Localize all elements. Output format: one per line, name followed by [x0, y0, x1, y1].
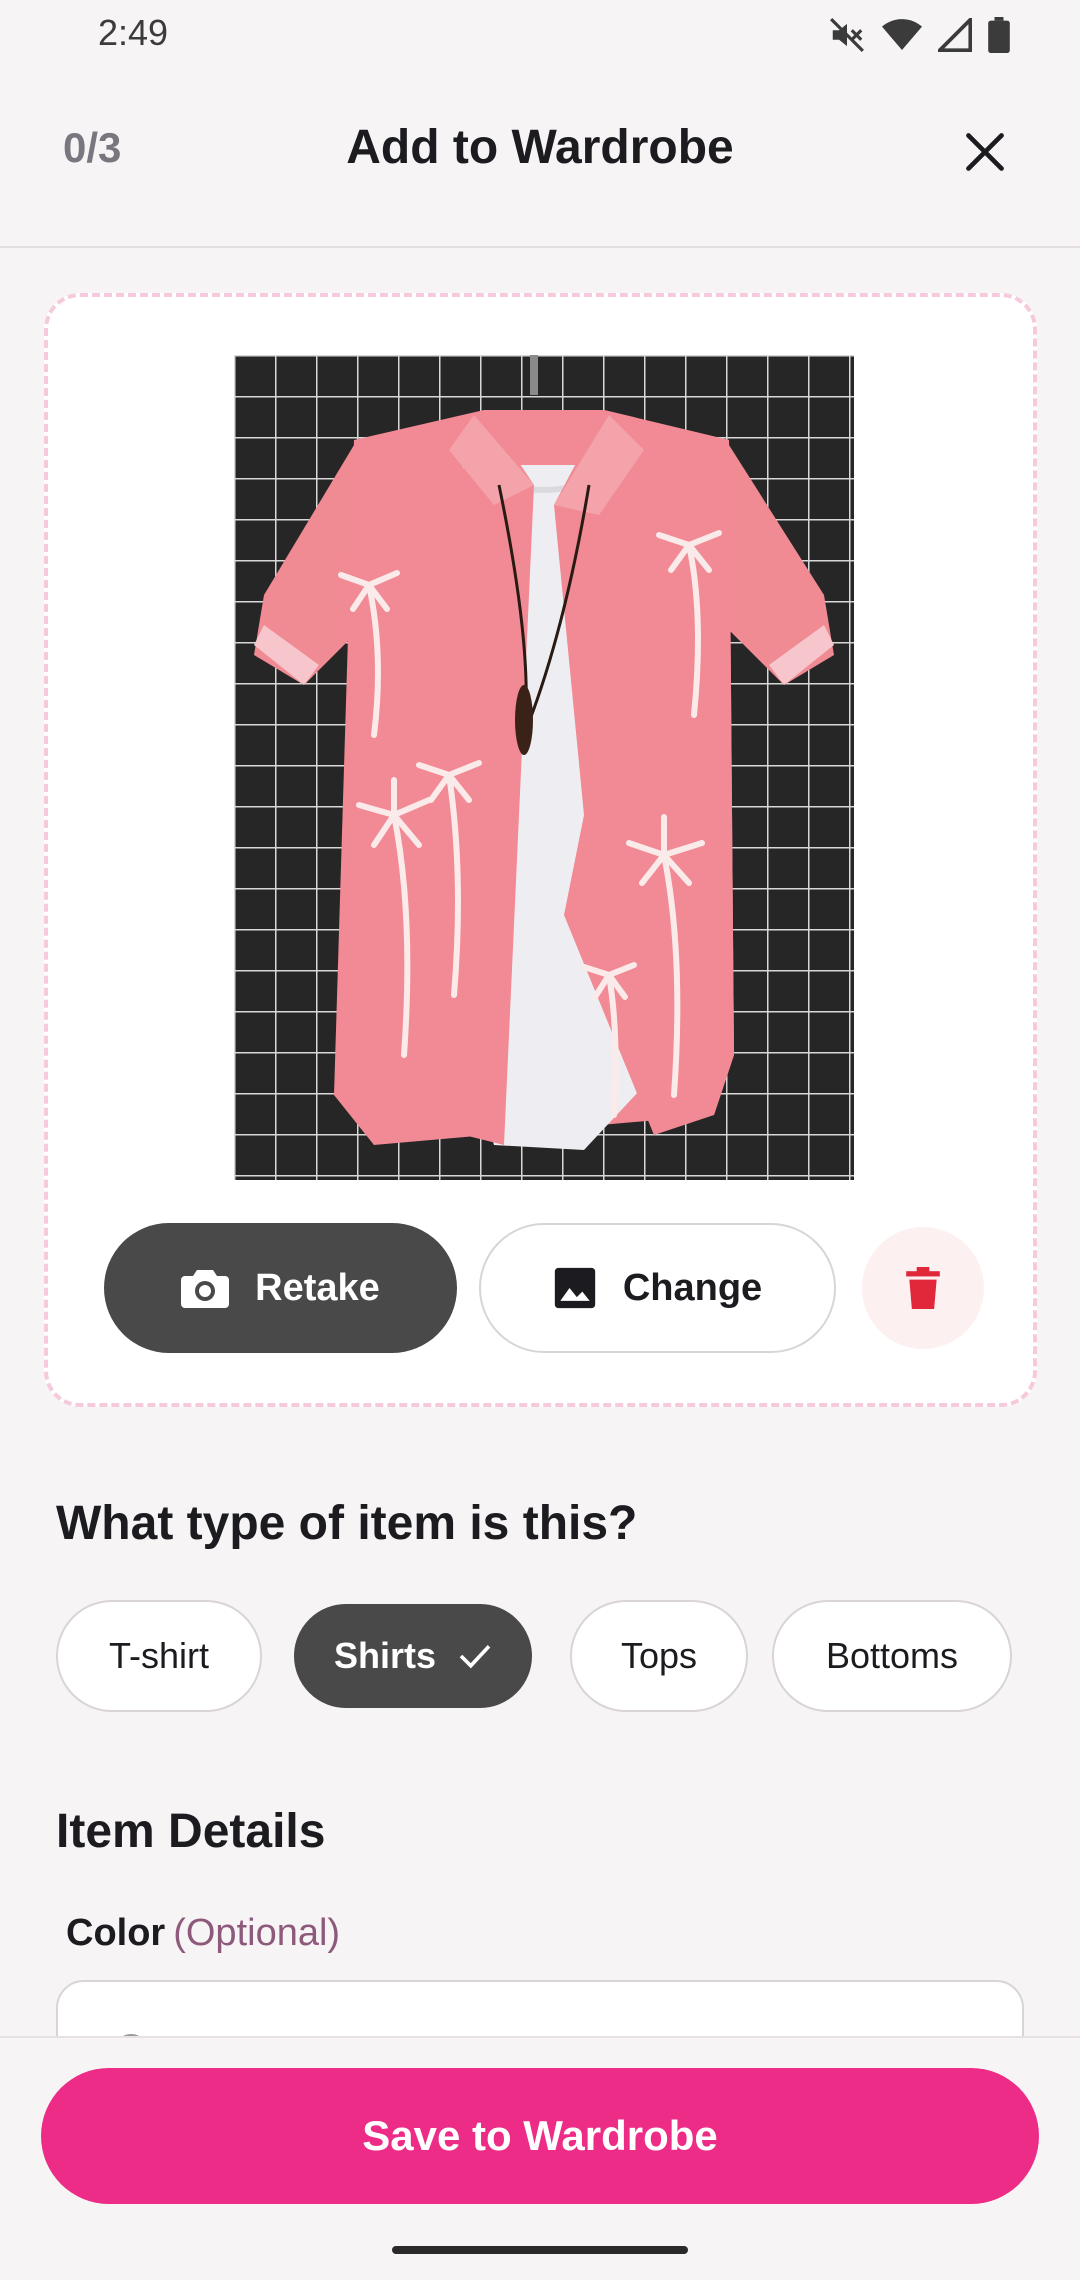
wifi-icon [882, 17, 922, 53]
bottom-bar: Save to Wardrobe [0, 2036, 1080, 2280]
photo-actions: Retake Change [104, 1223, 984, 1355]
close-icon [966, 133, 1004, 171]
image-icon [554, 1267, 595, 1309]
trash-icon [906, 1267, 940, 1309]
status-time: 2:49 [98, 12, 169, 53]
color-label: Color (Optional) [66, 1912, 340, 1955]
optional-label: (Optional) [173, 1912, 341, 1954]
chip-tops[interactable]: Tops [570, 1600, 748, 1712]
close-button[interactable] [955, 122, 1015, 182]
change-button[interactable]: Change [479, 1223, 836, 1353]
add-to-wardrobe-screen: 2:49 0/3 Add to Wardrobe Retake Change W… [0, 0, 1080, 2280]
item-details-title: Item Details [56, 1805, 326, 1858]
home-indicator[interactable] [392, 2246, 688, 2254]
status-bar: 2:49 [0, 0, 1080, 70]
signal-icon [938, 18, 972, 52]
delete-button[interactable] [862, 1227, 984, 1349]
save-to-wardrobe-button[interactable]: Save to Wardrobe [41, 2068, 1039, 2204]
check-icon [459, 1644, 491, 1669]
header: 0/3 Add to Wardrobe [0, 70, 1080, 248]
camera-icon [181, 1270, 230, 1308]
chip-label: Shirts [333, 1635, 437, 1676]
item-type-question: What type of item is this? [56, 1497, 638, 1550]
photo-card: Retake Change [44, 293, 1037, 1407]
chip-label: T-shirt [108, 1635, 209, 1676]
retake-button[interactable]: Retake [104, 1223, 457, 1353]
page-title: Add to Wardrobe [346, 121, 734, 174]
chip-shirts[interactable]: Shirts [294, 1604, 532, 1708]
chip-label: Tops [620, 1635, 698, 1676]
chip-t-shirt[interactable]: T-shirt [56, 1600, 262, 1712]
battery-icon [988, 17, 1010, 53]
color-label-text: Color [66, 1912, 166, 1954]
status-icons [828, 16, 1010, 54]
item-photo [234, 355, 854, 1180]
chip-label: Bottoms [825, 1635, 959, 1676]
change-label: Change [622, 1266, 763, 1309]
item-type-chips: T-shirt Shirts Tops Bottoms [56, 1600, 1026, 1712]
retake-label: Retake [255, 1266, 380, 1309]
chip-bottoms[interactable]: Bottoms [772, 1600, 1012, 1712]
mute-icon [828, 16, 866, 54]
